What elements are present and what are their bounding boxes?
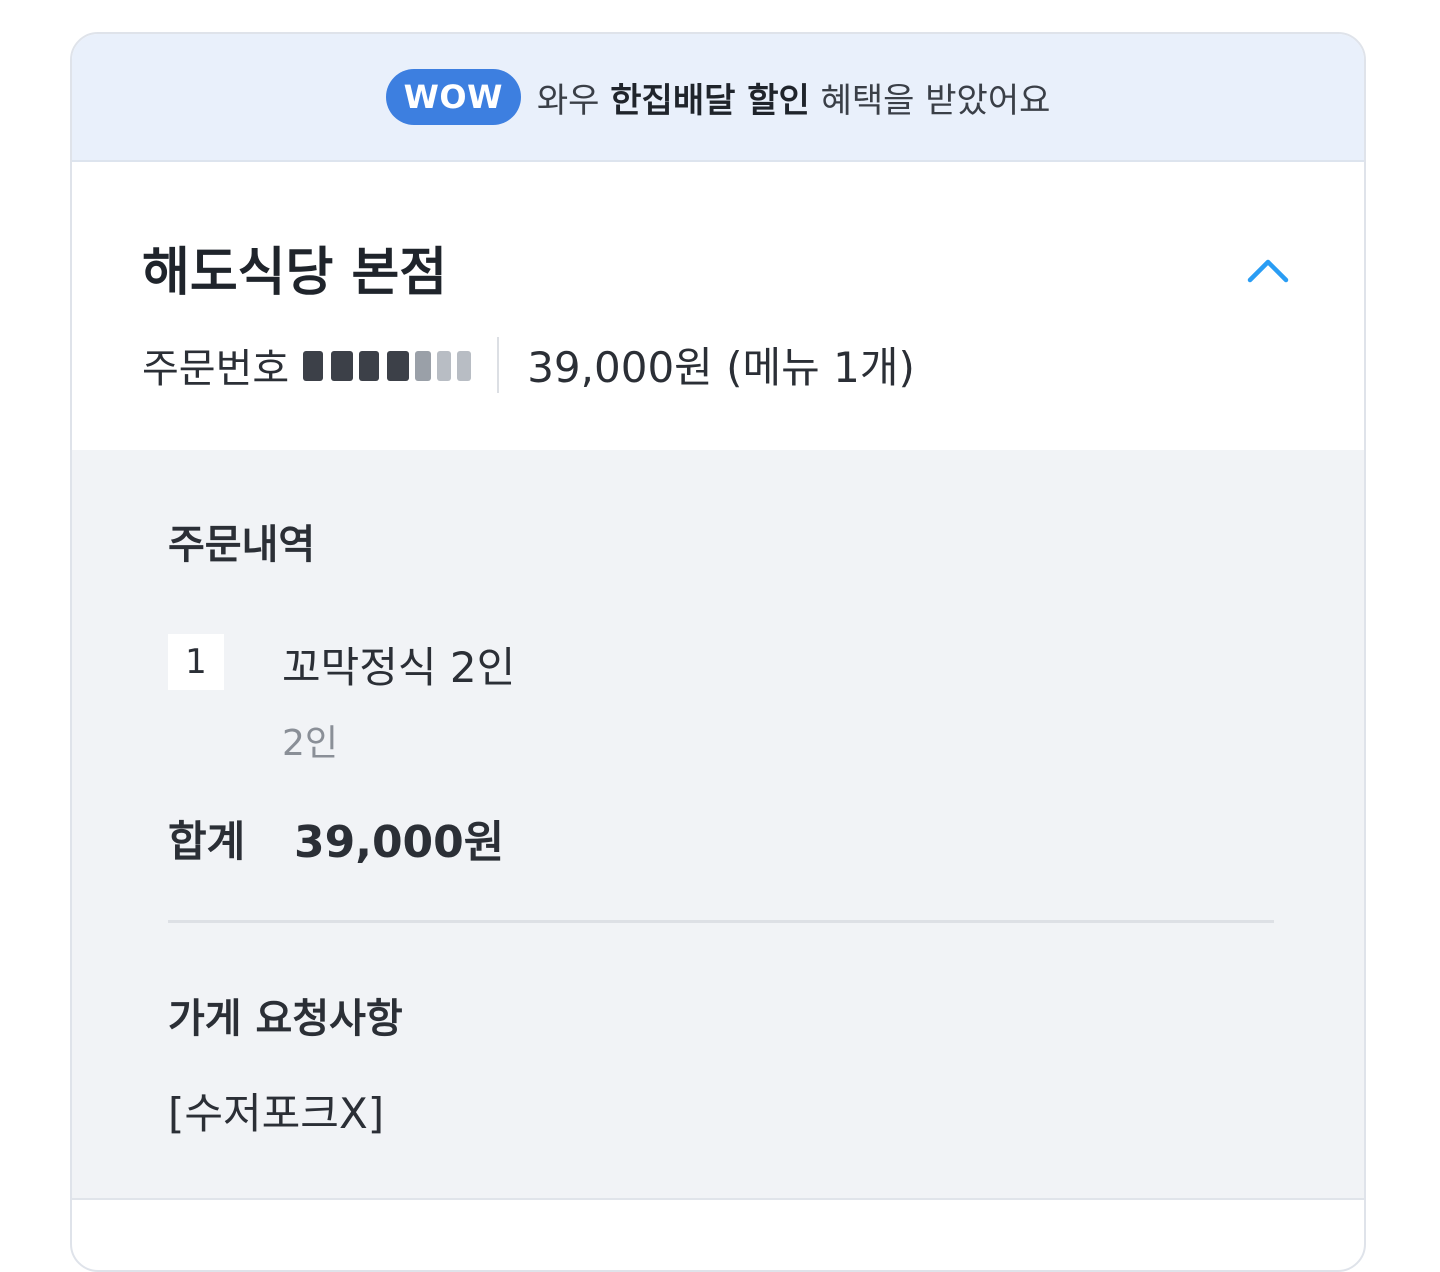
chevron-up-icon[interactable] (1240, 242, 1296, 298)
item-option: 2인 (282, 723, 339, 764)
order-header[interactable]: 해도식당 본점 주문번호 39,000원 (메뉴 1개) (72, 162, 1364, 450)
order-summary: 39,000원 (메뉴 1개) (527, 343, 915, 392)
order-details: 주문내역 1 꼬막정식 2인 2인 합계 39,000원 가게 요청사항 [수저… (72, 450, 1364, 1200)
wow-discount-banner: WOW 와우 한집배달 할인 혜택을 받았어요 (72, 34, 1364, 162)
vertical-divider (497, 336, 500, 393)
store-request-title: 가게 요청사항 (168, 996, 403, 1042)
order-number-label: 주문번호 (142, 345, 290, 392)
order-card: WOW 와우 한집배달 할인 혜택을 받았어요 해도식당 본점 주문번호 39,… (70, 32, 1366, 1272)
banner-text-suffix: 혜택을 받았어요 (820, 80, 1051, 121)
order-number-redacted (303, 345, 479, 385)
store-request-text: [수저포크X] (168, 1089, 385, 1138)
banner-text-strong: 한집배달 할인 (610, 80, 810, 121)
banner-message: 와우 한집배달 할인 혜택을 받았어요 (537, 73, 1051, 122)
order-info-line: 주문번호 39,000원 (메뉴 1개) (142, 334, 915, 395)
item-quantity: 1 (168, 634, 224, 690)
item-name: 꼬막정식 2인 (282, 643, 516, 692)
total-label: 합계 (168, 817, 246, 866)
wow-badge: WOW (385, 69, 521, 125)
store-name: 해도식당 본점 (142, 243, 448, 303)
total-value: 39,000원 (294, 817, 505, 868)
section-divider (168, 920, 1274, 923)
banner-text-prefix: 와우 (536, 80, 600, 121)
order-details-title: 주문내역 (168, 522, 316, 568)
